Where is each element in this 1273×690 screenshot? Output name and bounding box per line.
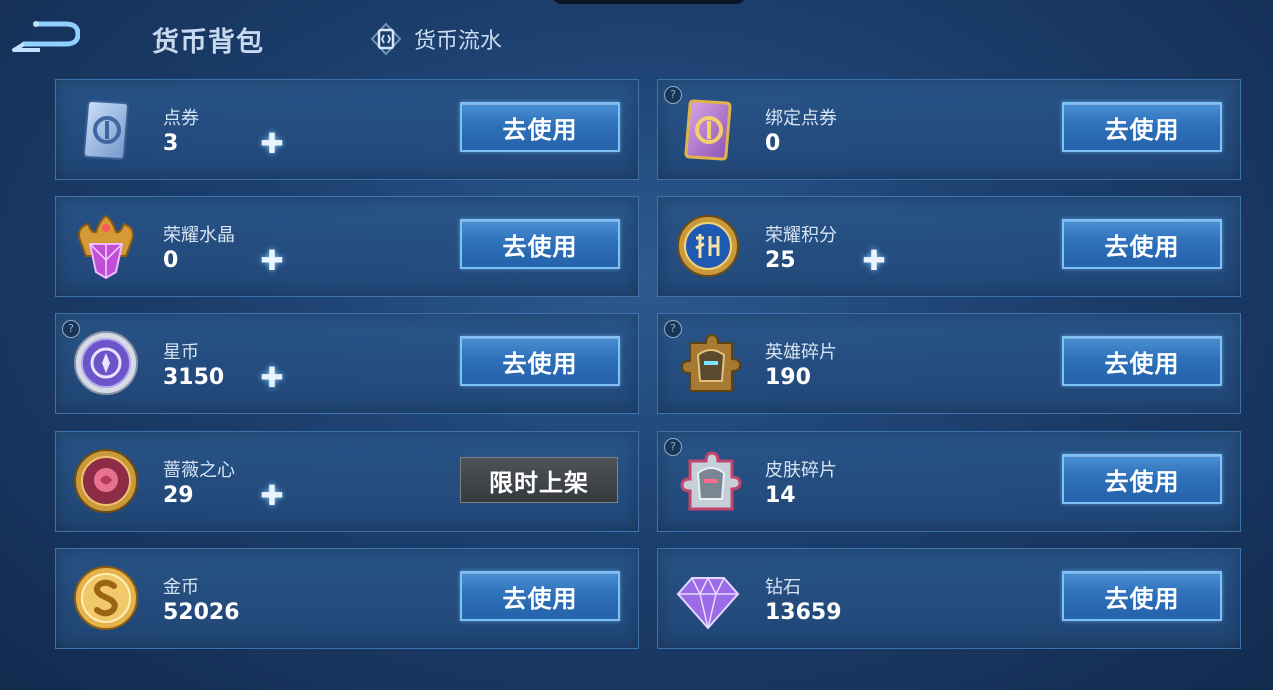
currency-name: 英雄碎片 (765, 342, 837, 363)
currency-card-glory-points: 荣耀积分 25 ✚ 去使用 (657, 196, 1241, 297)
add-star-coin-button[interactable]: ✚ (255, 360, 289, 394)
page-title: 货币背包 (152, 27, 264, 58)
hero-fragment-icon (680, 333, 742, 392)
currency-card-star-coin: ? 星币 3150 ✚ 去使用 (55, 313, 639, 414)
use-glory-points-button[interactable]: 去使用 (1062, 219, 1222, 269)
currency-amount: 3150 (163, 365, 225, 390)
glory-crystal-icon (78, 214, 134, 280)
currency-name: 荣耀水晶 (163, 225, 235, 246)
use-bound-dianquan-button[interactable]: 去使用 (1062, 102, 1222, 152)
currency-name: 绑定点券 (765, 108, 837, 129)
use-dianquan-button[interactable]: 去使用 (460, 102, 620, 152)
gold-coin-icon (74, 566, 138, 630)
skin-fragment-icon (680, 451, 742, 511)
currency-amount: 0 (163, 248, 179, 273)
bound-dianquan-ticket-icon (684, 99, 732, 161)
currency-amount: 29 (163, 483, 194, 508)
currency-name: 点券 (163, 108, 199, 129)
currency-card-glory-crystal: 荣耀水晶 0 ✚ 去使用 (55, 196, 639, 297)
ticket-icon (370, 22, 402, 56)
use-skin-fragment-button[interactable]: 去使用 (1062, 454, 1222, 504)
currency-amount: 190 (765, 365, 811, 390)
currency-flow-label: 货币流水 (414, 29, 503, 54)
currency-card-rose-heart: 蔷薇之心 29 ✚ 限时上架 (55, 431, 639, 532)
currency-name: 皮肤碎片 (765, 460, 837, 481)
star-coin-icon (74, 331, 138, 395)
currency-amount: 14 (765, 483, 796, 508)
currency-amount: 3 (163, 131, 179, 156)
glory-points-icon (677, 215, 739, 277)
currency-card-bound-dianquan: ? 绑定点券 0 去使用 (657, 79, 1241, 180)
currency-name: 金币 (163, 577, 199, 598)
currency-amount: 13659 (765, 600, 842, 625)
currency-amount: 52026 (163, 600, 240, 625)
currency-name: 蔷薇之心 (163, 460, 235, 481)
currency-card-gold: 金币 52026 去使用 (55, 548, 639, 649)
top-notch (553, 0, 745, 4)
currency-name: 星币 (163, 342, 199, 363)
add-rose-heart-button[interactable]: ✚ (255, 478, 289, 512)
use-diamond-button[interactable]: 去使用 (1062, 571, 1222, 621)
currency-card-dianquan: 点券 3 ✚ 去使用 (55, 79, 639, 180)
currency-name: 荣耀积分 (765, 225, 837, 246)
use-glory-crystal-button[interactable]: 去使用 (460, 219, 620, 269)
currency-name: 钻石 (765, 577, 801, 598)
diamond-icon (676, 576, 740, 630)
dianquan-ticket-icon (82, 99, 130, 161)
currency-card-skin-fragment: ? 皮肤碎片 14 去使用 (657, 431, 1241, 532)
use-gold-button[interactable]: 去使用 (460, 571, 620, 621)
back-button[interactable] (10, 20, 81, 56)
currency-card-diamond: 钻石 13659 去使用 (657, 548, 1241, 649)
rose-heart-icon (74, 449, 138, 513)
limited-time-shelf-button[interactable]: 限时上架 (460, 457, 618, 503)
currency-amount: 0 (765, 131, 781, 156)
back-arrow-icon (12, 21, 81, 52)
add-glory-crystal-button[interactable]: ✚ (255, 243, 289, 277)
use-star-coin-button[interactable]: 去使用 (460, 336, 620, 386)
currency-card-hero-fragment: ? 英雄碎片 190 去使用 (657, 313, 1241, 414)
add-glory-points-button[interactable]: ✚ (857, 243, 891, 277)
currency-flow-link[interactable]: 货币流水 (370, 22, 502, 56)
add-dianquan-button[interactable]: ✚ (255, 126, 289, 160)
use-hero-fragment-button[interactable]: 去使用 (1062, 336, 1222, 386)
currency-amount: 25 (765, 248, 796, 273)
